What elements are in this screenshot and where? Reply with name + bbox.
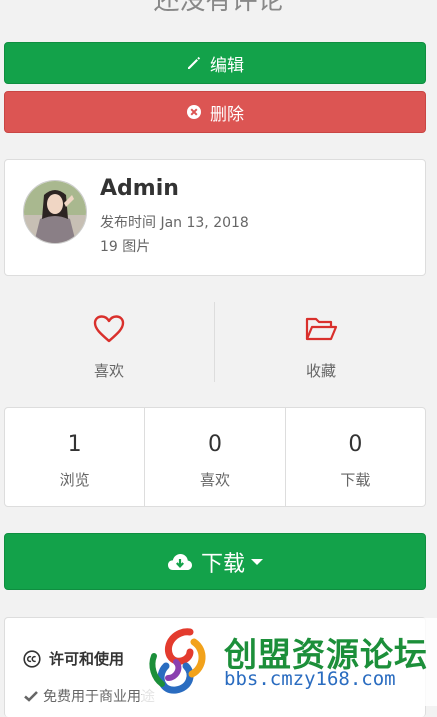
pencil-icon bbox=[186, 55, 202, 71]
stat-value: 1 bbox=[67, 432, 82, 457]
creative-commons-icon bbox=[23, 649, 41, 668]
license-heading: 许可和使用 bbox=[23, 648, 124, 669]
cloud-download-icon bbox=[167, 552, 193, 572]
stat-likes: 0 喜欢 bbox=[144, 408, 284, 506]
stat-value: 0 bbox=[207, 432, 222, 457]
collect-label: 收藏 bbox=[305, 362, 336, 380]
stat-label: 喜欢 bbox=[199, 471, 230, 489]
delete-button-label: 删除 bbox=[210, 104, 244, 125]
times-circle-icon bbox=[186, 104, 202, 120]
chevron-down-icon bbox=[251, 558, 263, 565]
divider bbox=[214, 302, 215, 382]
license-item-text: 免费用于商业用途 bbox=[43, 689, 155, 705]
stat-label: 浏览 bbox=[59, 471, 90, 489]
author-card: Admin 发布时间 Jan 13, 2018 19 图片 bbox=[4, 159, 426, 276]
watermark: 创盟资源论坛 bbs.cmzy168.com bbox=[142, 618, 437, 706]
publish-date: 发布时间 Jan 13, 2018 bbox=[100, 215, 249, 231]
like-action[interactable]: 喜欢 bbox=[4, 300, 214, 384]
watermark-logo-icon bbox=[149, 628, 206, 694]
stat-downloads: 0 下载 bbox=[284, 408, 425, 506]
stat-views: 1 浏览 bbox=[5, 408, 144, 506]
folder-open-icon bbox=[304, 314, 338, 344]
stat-label: 下载 bbox=[340, 471, 371, 489]
no-comments-text: 还没有评论 bbox=[153, 0, 284, 16]
download-button-label: 下载 bbox=[200, 551, 245, 577]
image-count: 19 图片 bbox=[100, 239, 151, 255]
license-title: 许可和使用 bbox=[49, 650, 125, 668]
stat-value: 0 bbox=[348, 432, 363, 457]
reaction-row: 喜欢 收藏 bbox=[4, 300, 426, 384]
author-name[interactable]: Admin bbox=[100, 176, 179, 201]
watermark-url: bbs.cmzy168.com bbox=[224, 668, 396, 690]
stats-card: 1 浏览 0 喜欢 0 下载 bbox=[4, 407, 426, 507]
check-icon bbox=[23, 689, 39, 703]
download-button[interactable]: 下载 bbox=[4, 533, 426, 590]
avatar[interactable] bbox=[23, 180, 87, 244]
collect-action[interactable]: 收藏 bbox=[216, 300, 426, 384]
edit-button-label: 编辑 bbox=[210, 55, 244, 76]
edit-button[interactable]: 编辑 bbox=[4, 42, 426, 84]
like-label: 喜欢 bbox=[93, 362, 124, 380]
delete-button[interactable]: 删除 bbox=[4, 91, 426, 133]
license-item: 免费用于商业用途 bbox=[23, 686, 155, 706]
heart-outline-icon bbox=[92, 314, 126, 344]
